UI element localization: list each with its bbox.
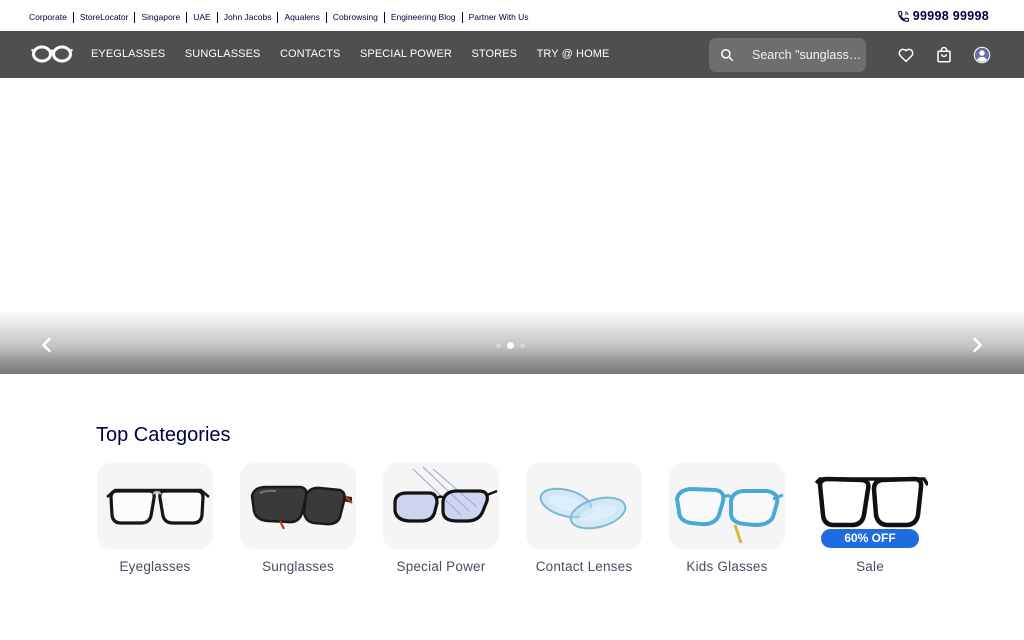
category-sale[interactable]: 60% OFF Sale — [812, 463, 928, 574]
category-eyeglasses[interactable]: Eyeglasses — [97, 463, 213, 574]
kids-glasses-image — [674, 486, 784, 544]
chevron-left-icon[interactable] — [37, 335, 57, 355]
category-label: Kids Glasses — [686, 559, 768, 574]
top-utility-bar: Corporate StoreLocator Singapore UAE Joh… — [0, 0, 1024, 31]
glasses-logo-icon[interactable] — [31, 43, 73, 65]
category-label: Eyeglasses — [119, 559, 191, 574]
eyeglasses-image — [106, 488, 210, 525]
carousel-dot[interactable] — [520, 343, 525, 348]
link-corporate[interactable]: Corporate — [29, 12, 74, 23]
category-label: Special Power — [396, 559, 486, 574]
carousel-dots — [496, 342, 525, 349]
nav-stores[interactable]: STORES — [471, 48, 517, 60]
category-label: Sale — [856, 559, 884, 574]
category-tile — [669, 463, 785, 549]
category-tile — [240, 463, 356, 549]
nav-sunglasses[interactable]: SUNGLASSES — [185, 48, 261, 60]
phone-contact[interactable]: 99998 99998 — [897, 9, 989, 23]
phone-icon — [897, 10, 909, 22]
category-sunglasses[interactable]: Sunglasses — [240, 463, 356, 574]
carousel-dot[interactable] — [496, 343, 501, 348]
sunglasses-image — [250, 485, 353, 530]
chevron-right-icon[interactable] — [967, 335, 987, 355]
main-navbar: EYEGLASSES SUNGLASSES CONTACTS SPECIAL P… — [0, 31, 1024, 78]
link-store-locator[interactable]: StoreLocator — [74, 12, 136, 23]
category-tile — [383, 463, 499, 549]
user-avatar-icon[interactable] — [973, 46, 991, 64]
search-icon — [720, 48, 734, 62]
link-partner-with-us[interactable]: Partner With Us — [463, 12, 535, 23]
category-label: Contact Lenses — [535, 559, 633, 574]
utility-links: Corporate StoreLocator Singapore UAE Joh… — [29, 12, 535, 23]
heart-icon[interactable] — [897, 46, 915, 64]
link-singapore[interactable]: Singapore — [135, 12, 188, 23]
shopping-bag-icon[interactable] — [935, 46, 953, 64]
link-aqualens[interactable]: Aqualens — [278, 12, 327, 23]
nav-try-at-home[interactable]: TRY @ HOME — [537, 48, 610, 60]
category-tile — [97, 463, 213, 549]
carousel-dot-active[interactable] — [507, 342, 514, 349]
contact-lenses-image — [539, 487, 627, 530]
phone-number: 99998 99998 — [912, 9, 989, 23]
special-power-glasses-image — [393, 466, 498, 523]
search-placeholder: Search "sunglasses" — [752, 48, 866, 62]
category-tile — [526, 463, 642, 549]
category-special-power[interactable]: Special Power — [383, 463, 499, 574]
nav-special-power[interactable]: SPECIAL POWER — [360, 48, 452, 60]
category-label: Sunglasses — [262, 559, 334, 574]
search-input[interactable]: Search "sunglasses" — [709, 38, 866, 72]
link-engineering-blog[interactable]: Engineering Blog — [385, 12, 463, 23]
nav-eyeglasses[interactable]: EYEGLASSES — [91, 48, 165, 60]
hero-carousel — [0, 78, 1024, 374]
link-cobrowsing[interactable]: Cobrowsing — [327, 12, 385, 23]
primary-nav: EYEGLASSES SUNGLASSES CONTACTS SPECIAL P… — [91, 48, 629, 60]
link-uae[interactable]: UAE — [187, 12, 218, 23]
link-john-jacobs[interactable]: John Jacobs — [218, 12, 279, 23]
category-tile: 60% OFF — [812, 463, 928, 549]
sale-discount-badge: 60% OFF — [821, 529, 919, 548]
category-kids-glasses[interactable]: Kids Glasses — [669, 463, 785, 574]
category-contact-lenses[interactable]: Contact Lenses — [526, 463, 642, 574]
section-title-top-categories: Top Categories — [96, 424, 231, 446]
nav-contacts[interactable]: CONTACTS — [280, 48, 340, 60]
